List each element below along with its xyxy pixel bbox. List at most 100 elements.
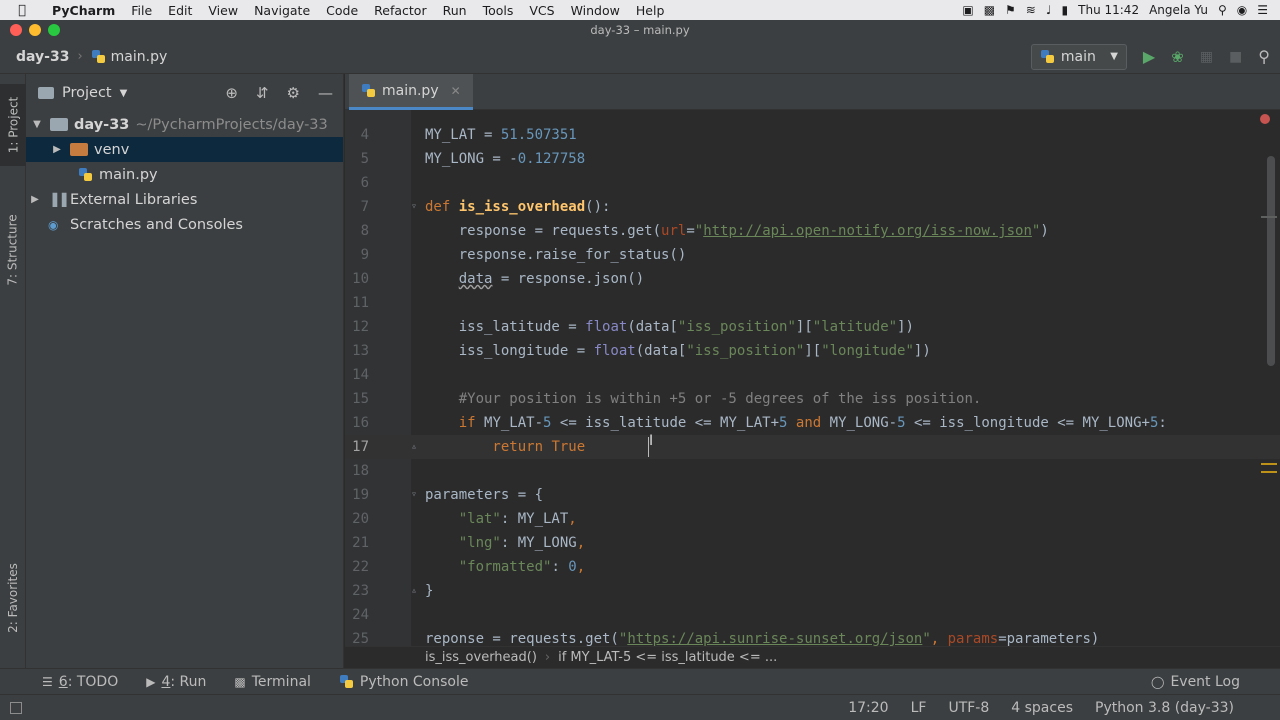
mouse-ibeam-cursor-icon: I <box>649 433 654 449</box>
notification-center-icon[interactable]: ☰ <box>1257 3 1268 17</box>
terminal-tool-button[interactable]: ▩ Terminal <box>220 674 325 690</box>
run-icon[interactable]: ▶ <box>1143 47 1155 66</box>
python-console-icon <box>339 674 354 689</box>
screen-record-icon[interactable]: ▣ <box>962 3 973 17</box>
menu-window[interactable]: Window <box>563 3 628 18</box>
line-separator[interactable]: LF <box>911 700 927 716</box>
chevron-down-icon[interactable]: ▼ <box>30 119 44 130</box>
menu-app-name[interactable]: PyCharm <box>44 3 123 18</box>
debug-bug-icon[interactable]: ❀ <box>1171 48 1184 66</box>
siri-icon[interactable]: ◉ <box>1237 3 1247 17</box>
project-panel-title[interactable]: Project <box>62 85 112 101</box>
chevron-down-icon[interactable]: ▼ <box>120 88 128 99</box>
project-tool-window: Project ▼ ⊕ ⇵ ⚙ — ▼ day-33 ~/PycharmProj… <box>26 74 344 668</box>
tab-favorites-label: 2: Favorites <box>6 563 21 633</box>
line-number: 12 <box>352 319 369 335</box>
tree-item-venv[interactable]: ▶ venv <box>26 137 343 162</box>
todo-tool-button[interactable]: ☰ 6: TODO <box>0 674 132 690</box>
editor-tab-main-py[interactable]: main.py ✕ <box>349 74 473 110</box>
code-url-link[interactable]: http://api.open-notify.org/iss-now.json <box>703 223 1032 239</box>
menu-refactor[interactable]: Refactor <box>366 3 434 18</box>
apple-icon[interactable]:  <box>0 3 44 18</box>
coverage-icon[interactable]: ▦ <box>1200 49 1213 65</box>
code-text: MY_LONG = -0.127758 <box>425 151 586 167</box>
close-tab-icon[interactable]: ✕ <box>451 84 461 98</box>
menu-navigate[interactable]: Navigate <box>246 3 318 18</box>
tree-item-venv-label: venv <box>94 141 130 158</box>
run-configuration-select[interactable]: main ▼ <box>1030 43 1127 70</box>
menu-file[interactable]: File <box>123 3 160 18</box>
display-icon[interactable]: ▩ <box>984 3 995 17</box>
tree-root-day-33[interactable]: ▼ day-33 ~/PycharmProjects/day-33 <box>26 112 343 137</box>
flag-icon[interactable]: ⚑ <box>1005 3 1016 17</box>
chevron-right-icon[interactable]: ▶ <box>28 194 42 205</box>
scrollbar-marker[interactable] <box>1261 216 1277 218</box>
event-log-button[interactable]: ◯ Event Log <box>1137 674 1280 690</box>
python-console-tool-button[interactable]: Python Console <box>325 674 483 690</box>
code-line: 23 ▵ } <box>345 579 1280 603</box>
hide-panel-icon[interactable]: — <box>318 84 333 102</box>
scrollbar-warning-marker[interactable] <box>1261 471 1277 473</box>
python-file-icon <box>361 83 376 98</box>
chevron-right-icon[interactable]: ▶ <box>50 144 64 155</box>
editor-tab-label: main.py <box>382 82 439 99</box>
toggle-tool-windows-icon[interactable] <box>10 701 22 714</box>
scrollbar-warning-marker[interactable] <box>1261 463 1277 465</box>
tab-structure[interactable]: 7: Structure <box>0 196 26 304</box>
menu-clock[interactable]: Thu 11:42 <box>1078 3 1139 17</box>
minimize-window-button[interactable] <box>29 24 41 36</box>
code-line: 14 <box>345 363 1280 387</box>
wifi-icon[interactable]: ≋ <box>1026 3 1036 17</box>
event-log-label: Event Log <box>1170 673 1240 690</box>
code-line: 16 if MY_LAT-5 <= iss_latitude <= MY_LAT… <box>345 411 1280 435</box>
spotlight-search-icon[interactable]: ⚲ <box>1218 3 1227 17</box>
battery-icon[interactable]: ▮ <box>1062 3 1069 17</box>
search-everywhere-icon[interactable]: ⚲ <box>1258 47 1270 66</box>
python-console-label: Python Console <box>359 673 469 690</box>
menu-edit[interactable]: Edit <box>160 3 200 18</box>
fold-icon[interactable]: ▿ <box>411 195 417 219</box>
menu-run[interactable]: Run <box>435 3 475 18</box>
tab-project[interactable]: 1: Project <box>0 84 26 166</box>
menu-view[interactable]: View <box>200 3 246 18</box>
menu-code[interactable]: Code <box>318 3 366 18</box>
breadcrumb-statement[interactable]: if MY_LAT-5 <= iss_latitude <= ... <box>558 650 777 665</box>
menu-help[interactable]: Help <box>628 3 673 18</box>
nav-file-crumb[interactable]: main.py <box>83 49 167 65</box>
locate-target-icon[interactable]: ⊕ <box>225 84 238 102</box>
stop-icon[interactable]: ■ <box>1229 49 1242 65</box>
code-editor[interactable]: 4 MY_LAT = 51.507351 5 MY_LONG = -0.1277… <box>345 110 1280 646</box>
editor-vertical-scrollbar[interactable] <box>1267 156 1275 366</box>
line-number: 17 <box>352 439 369 455</box>
tab-favorites[interactable]: 2: Favorites <box>0 544 26 652</box>
volume-icon[interactable]: ♩ <box>1046 3 1052 17</box>
gear-icon[interactable]: ⚙ <box>287 84 300 102</box>
python-config-icon <box>1040 49 1055 64</box>
file-encoding[interactable]: UTF-8 <box>948 700 989 716</box>
caret-position[interactable]: 17:20 <box>848 700 888 716</box>
code-url-link[interactable]: https://api.sunrise-sunset.org/json <box>627 631 922 646</box>
fold-icon[interactable]: ▿ <box>411 483 417 507</box>
python-interpreter[interactable]: Python 3.8 (day-33) <box>1095 700 1234 716</box>
code-text: "formatted": 0, <box>425 559 586 575</box>
indent-setting[interactable]: 4 spaces <box>1011 700 1073 716</box>
fold-icon[interactable]: ▵ <box>411 579 417 603</box>
menu-user[interactable]: Angela Yu <box>1149 3 1208 17</box>
menu-vcs[interactable]: VCS <box>521 3 562 18</box>
tree-item-main-py[interactable]: main.py <box>26 162 343 187</box>
collapse-all-icon[interactable]: ⇵ <box>256 84 269 102</box>
menu-tools[interactable]: Tools <box>475 3 522 18</box>
error-indicator-icon[interactable] <box>1260 114 1270 124</box>
close-window-button[interactable] <box>10 24 22 36</box>
fold-icon[interactable]: ▵ <box>411 435 417 459</box>
code-line: 6 <box>345 171 1280 195</box>
terminal-icon: ▩ <box>234 674 246 689</box>
run-tool-button[interactable]: ▶ 4: Run <box>132 674 220 690</box>
code-line: 22 "formatted": 0, <box>345 555 1280 579</box>
nav-project-crumb[interactable]: day-33 <box>0 49 77 65</box>
code-comment: #Your position is within +5 or -5 degree… <box>425 391 982 407</box>
breadcrumb-function[interactable]: is_iss_overhead() <box>425 650 537 665</box>
tree-item-external-libraries[interactable]: ▶ ▐▐ External Libraries <box>26 187 343 212</box>
tree-item-scratches[interactable]: ◉ Scratches and Consoles <box>26 212 343 237</box>
maximize-window-button[interactable] <box>48 24 60 36</box>
